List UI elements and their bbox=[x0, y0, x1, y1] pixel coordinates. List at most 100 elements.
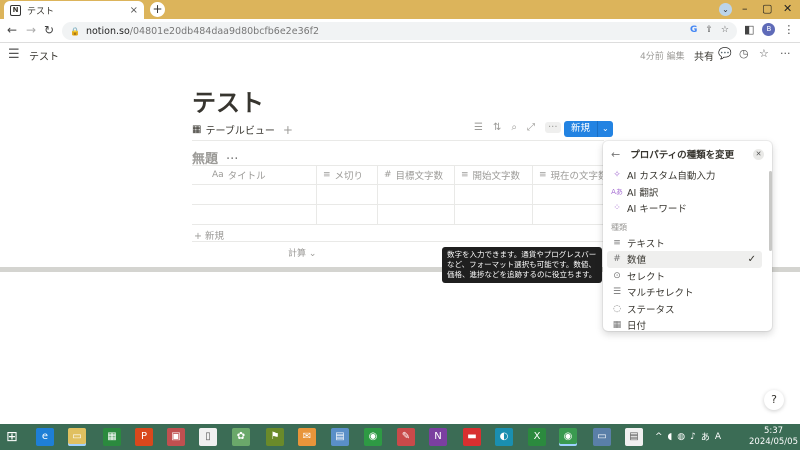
document-icon[interactable]: ▯ bbox=[199, 428, 217, 446]
new-record-button[interactable]: 新規 ⌄ bbox=[564, 121, 613, 137]
speaker-icon[interactable]: ♪ bbox=[690, 432, 696, 442]
file-explorer-icon[interactable]: ▭ bbox=[68, 428, 86, 446]
menu-scrollbar[interactable] bbox=[769, 171, 772, 251]
menu-item-date[interactable]: ▦ 日付 bbox=[603, 317, 766, 331]
tab-table-view[interactable]: テーブルビュー bbox=[205, 122, 274, 137]
window-close-icon[interactable]: ✕ bbox=[783, 2, 792, 15]
excel-icon[interactable]: X bbox=[528, 428, 546, 446]
sidebar-menu-icon[interactable]: ☰ bbox=[8, 47, 20, 62]
ime-indicator[interactable]: あ bbox=[701, 430, 710, 443]
tool-app-icon[interactable]: ⚑ bbox=[266, 428, 284, 446]
add-view-icon[interactable]: + bbox=[283, 123, 293, 137]
calculate-button[interactable]: 計算 ⌄ bbox=[288, 246, 316, 259]
browser-tab-strip: N テスト × + ⌄ – ▢ ✕ bbox=[0, 0, 800, 19]
table-cell[interactable] bbox=[533, 185, 612, 204]
chrome-icon[interactable]: ◉ bbox=[364, 428, 382, 446]
menu-item-multi-select[interactable]: ☰ マルチセレクト bbox=[603, 284, 766, 301]
breadcrumb[interactable]: テスト bbox=[29, 48, 59, 63]
book-app-icon[interactable]: ▤ bbox=[331, 428, 349, 446]
toolbox-app-icon[interactable]: ▣ bbox=[167, 428, 185, 446]
table-row[interactable] bbox=[192, 205, 612, 225]
onenote-icon[interactable]: N bbox=[429, 428, 447, 446]
share-icon[interactable]: ⇪ bbox=[705, 25, 713, 35]
db-more-icon[interactable]: ··· bbox=[544, 122, 561, 133]
filter-icon[interactable]: ☰ bbox=[474, 122, 483, 133]
expand-icon[interactable]: ⤢ bbox=[527, 122, 535, 133]
table-cell[interactable] bbox=[455, 185, 533, 204]
table-row[interactable] bbox=[192, 185, 612, 205]
table-cell[interactable] bbox=[192, 205, 317, 224]
new-button-label[interactable]: 新規 bbox=[564, 121, 598, 137]
edited-timestamp: 4分前 編集 bbox=[640, 52, 685, 62]
network-icon[interactable]: ◍ bbox=[677, 432, 685, 442]
google-translate-icon[interactable]: G bbox=[690, 25, 697, 35]
mail-app-icon[interactable]: ✉ bbox=[298, 428, 316, 446]
column-header-deadline[interactable]: ≡ メ切り bbox=[317, 166, 378, 184]
tab-close-icon[interactable]: × bbox=[130, 5, 138, 16]
column-header-title[interactable]: Aa タイトル bbox=[192, 166, 317, 184]
updates-clock-icon[interactable]: ◷ bbox=[739, 47, 749, 60]
maximize-icon[interactable]: ▢ bbox=[762, 2, 772, 15]
menu-item-ai-autofill[interactable]: ✧ AI カスタム自動入力 bbox=[603, 167, 766, 184]
favorite-star-icon[interactable]: ☆ bbox=[759, 47, 769, 60]
column-header-target-chars[interactable]: # 目標文字数 bbox=[378, 166, 455, 184]
table-cell[interactable] bbox=[317, 205, 378, 224]
search-icon[interactable]: ⌕ bbox=[511, 122, 517, 133]
new-tab-button[interactable]: + bbox=[150, 2, 165, 17]
reload-icon[interactable]: ↻ bbox=[44, 23, 54, 37]
comments-icon[interactable]: 💬 bbox=[718, 47, 732, 60]
add-row-button[interactable]: + 新規 bbox=[194, 228, 224, 242]
column-header-start-chars[interactable]: ≡ 開始文字数 bbox=[455, 166, 533, 184]
table-cell[interactable] bbox=[317, 185, 378, 204]
menu-item-number[interactable]: # 数値 ✓ bbox=[607, 251, 762, 268]
presentation-app-icon[interactable]: P bbox=[135, 428, 153, 446]
volume-icon[interactable]: ◖ bbox=[668, 432, 673, 442]
minimize-icon[interactable]: – bbox=[742, 2, 748, 15]
spreadsheet-app-icon[interactable]: ▦ bbox=[103, 428, 121, 446]
menu-item-ai-keywords[interactable]: ⁘ AI キーワード bbox=[603, 200, 766, 217]
chrome-menu-icon[interactable]: ⋮ bbox=[783, 23, 794, 36]
column-header-current-chars[interactable]: ≡ 現在の文字数 bbox=[533, 166, 612, 184]
close-icon[interactable]: ✕ bbox=[753, 148, 764, 160]
profile-avatar[interactable]: B bbox=[762, 23, 776, 36]
notepad-icon[interactable]: ▤ bbox=[625, 428, 643, 446]
text-type-icon: Aa bbox=[212, 170, 224, 180]
taskbar-clock[interactable]: 5:37 2024/05/05 bbox=[749, 426, 798, 448]
url-input[interactable]: 🔒 notion.so /04801e20db484daa9d80bcfb6e2… bbox=[62, 22, 737, 40]
menu-item-ai-translate[interactable]: Aあ AI 翻訳 bbox=[603, 184, 766, 201]
sort-icon[interactable]: ⇅ bbox=[493, 122, 501, 133]
language-indicator[interactable]: A bbox=[715, 432, 721, 442]
table-cell[interactable] bbox=[378, 205, 455, 224]
back-arrow-icon[interactable]: ← bbox=[611, 148, 620, 161]
back-icon[interactable]: ← bbox=[7, 23, 17, 37]
game-app-icon[interactable]: ✿ bbox=[232, 428, 250, 446]
browser-tab[interactable]: N テスト × bbox=[4, 1, 144, 19]
tray-chevron-icon[interactable]: ^ bbox=[655, 432, 663, 442]
bookmark-star-icon[interactable]: ☆ bbox=[721, 25, 729, 35]
stop-app-icon[interactable]: ▬ bbox=[463, 428, 481, 446]
system-tray: ^ ◖ ◍ ♪ あ A bbox=[655, 430, 721, 444]
share-button[interactable]: 共有 bbox=[694, 48, 714, 63]
section-label: 種類 bbox=[611, 222, 627, 232]
table-cell[interactable] bbox=[192, 185, 317, 204]
table-cell[interactable] bbox=[533, 205, 612, 224]
internet-explorer-icon[interactable]: e bbox=[36, 428, 54, 446]
help-button[interactable]: ? bbox=[764, 390, 784, 410]
window-app-icon[interactable]: ▭ bbox=[593, 428, 611, 446]
chevron-down-icon[interactable]: ⌄ bbox=[597, 121, 613, 137]
windows-start-icon[interactable]: ⊞ bbox=[6, 429, 18, 445]
menu-item-status[interactable]: ◌ ステータス bbox=[603, 301, 766, 318]
more-options-icon[interactable]: ··· bbox=[780, 47, 791, 60]
table-cell[interactable] bbox=[455, 205, 533, 224]
chrome-active-icon[interactable]: ◉ bbox=[559, 428, 577, 446]
side-panel-icon[interactable]: ◧ bbox=[744, 23, 754, 36]
utility-app-icon[interactable]: ✎ bbox=[397, 428, 415, 446]
table-cell[interactable] bbox=[378, 185, 455, 204]
menu-item-select[interactable]: ⊙ セレクト bbox=[603, 268, 766, 285]
page-title[interactable]: テスト bbox=[192, 83, 264, 118]
select-circle-icon: ⊙ bbox=[613, 270, 621, 281]
forward-icon[interactable]: → bbox=[26, 23, 36, 37]
tab-search-icon[interactable]: ⌄ bbox=[719, 3, 732, 16]
menu-item-text[interactable]: ≡ テキスト bbox=[603, 235, 766, 252]
edge-icon[interactable]: ◐ bbox=[495, 428, 513, 446]
